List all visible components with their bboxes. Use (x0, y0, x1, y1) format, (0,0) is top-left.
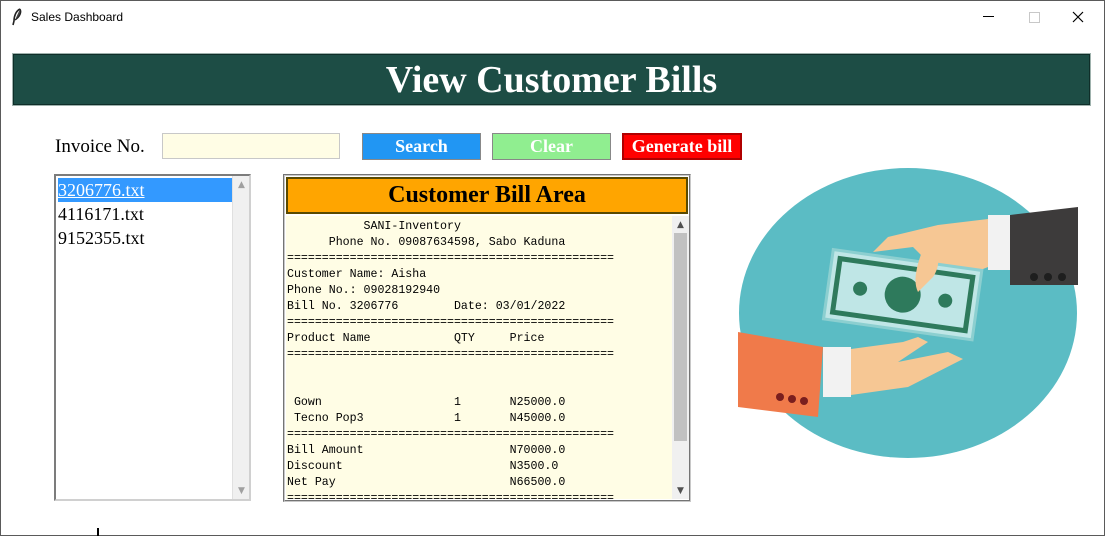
close-icon[interactable] (1055, 1, 1101, 33)
search-button[interactable]: Search (362, 133, 481, 160)
list-item[interactable]: 4116171.txt (58, 202, 232, 226)
minimize-icon[interactable] (965, 1, 1011, 33)
clear-button[interactable]: Clear (492, 133, 611, 160)
invoice-no-label: Invoice No. (55, 136, 145, 157)
title-bar[interactable]: Sales Dashboard (1, 1, 1104, 33)
scroll-up-icon[interactable]: ▲ (233, 176, 250, 193)
page-title: View Customer Bills (12, 53, 1091, 106)
bill-text-area[interactable]: SANI-Inventory Phone No. 09087634598, Sa… (286, 216, 672, 499)
invoice-list: 3206776.txt 4116171.txt 9152355.txt (58, 178, 232, 250)
divider (97, 528, 99, 536)
money-exchange-illustration (738, 168, 1078, 458)
list-scrollbar[interactable]: ▲ ▼ (232, 176, 249, 499)
scroll-down-icon[interactable]: ▼ (233, 482, 250, 499)
list-item[interactable]: 3206776.txt (58, 178, 232, 202)
bill-content: SANI-Inventory Phone No. 09087634598, Sa… (287, 220, 614, 499)
bill-area-title: Customer Bill Area (286, 177, 688, 214)
scroll-up-icon[interactable]: ▲ (672, 216, 689, 233)
scroll-thumb[interactable] (674, 233, 687, 441)
maximize-icon[interactable] (1011, 1, 1057, 33)
window-title: Sales Dashboard (31, 10, 124, 24)
generate-bill-button[interactable]: Generate bill (622, 133, 742, 160)
app-window: Sales Dashboard View Customer Bills Invo… (0, 0, 1105, 536)
feather-icon (12, 8, 22, 26)
scroll-down-icon[interactable]: ▼ (672, 482, 689, 499)
bill-scrollbar[interactable]: ▲ ▼ (672, 216, 689, 499)
invoice-listbox[interactable]: 3206776.txt 4116171.txt 9152355.txt ▲ ▼ (54, 174, 251, 501)
invoice-no-input[interactable] (162, 133, 340, 159)
list-item[interactable]: 9152355.txt (58, 226, 232, 250)
